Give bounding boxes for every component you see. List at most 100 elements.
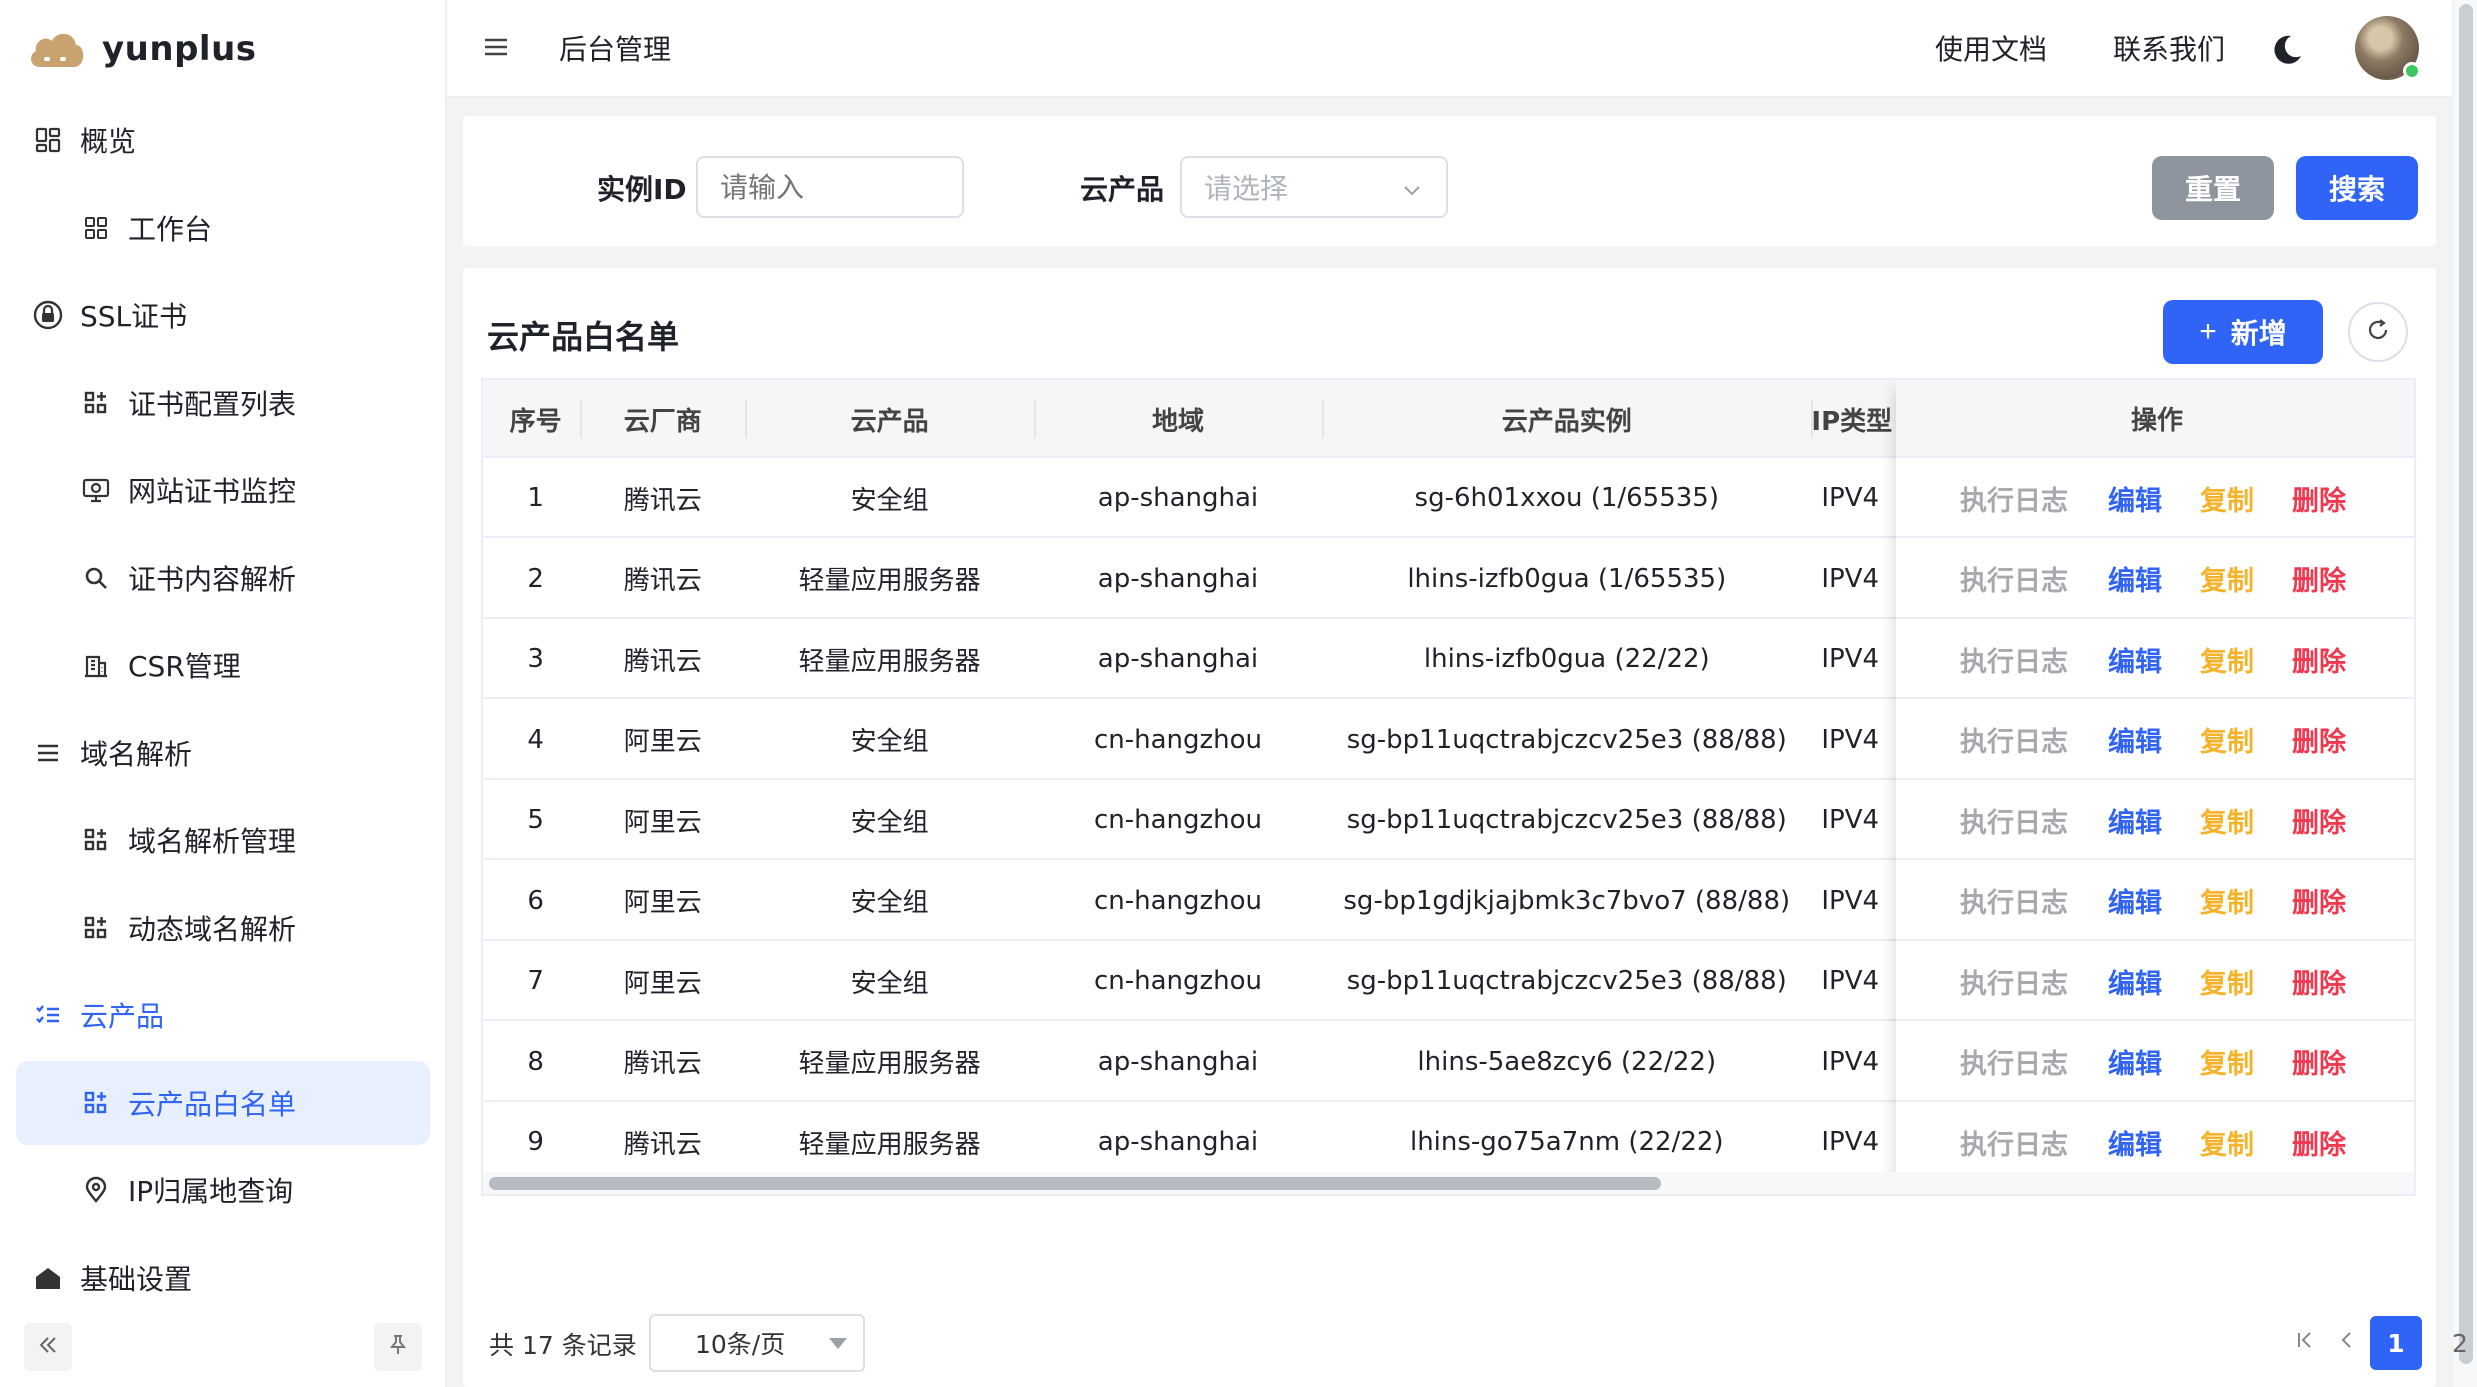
- delete-button[interactable]: 删除: [2292, 700, 2346, 780]
- delete-button[interactable]: 删除: [2292, 780, 2346, 860]
- search-button[interactable]: 搜索: [2296, 156, 2418, 220]
- sidebar-item-label: SSL证书: [80, 300, 188, 333]
- edit-button[interactable]: 编辑: [2108, 619, 2162, 699]
- delete-button[interactable]: 删除: [2292, 1102, 2346, 1182]
- sidebar-item-1[interactable]: 工作台: [16, 186, 430, 270]
- sidebar-item-13[interactable]: 基础设置: [16, 1236, 430, 1320]
- cell-product: 轻量应用服务器: [798, 1049, 981, 1079]
- log-button[interactable]: 执行日志: [1960, 539, 2068, 619]
- page-2-button[interactable]: 2: [2434, 1316, 2477, 1370]
- delete-button[interactable]: 删除: [2292, 861, 2346, 941]
- page-scrollbar[interactable]: [2452, 0, 2477, 1387]
- table-horizontal-scrollbar[interactable]: [483, 1172, 2414, 1194]
- log-button[interactable]: 执行日志: [1960, 780, 2068, 860]
- collapse-sidebar-button[interactable]: [24, 1323, 72, 1371]
- cell-product: 安全组: [850, 888, 929, 918]
- column-divider[interactable]: [1811, 400, 1814, 438]
- log-button[interactable]: 执行日志: [1960, 861, 2068, 941]
- reset-button[interactable]: 重置: [2152, 156, 2274, 220]
- page-size-select[interactable]: 10条/页: [649, 1314, 865, 1372]
- lock-icon: [32, 299, 64, 331]
- avatar[interactable]: [2355, 16, 2421, 80]
- edit-button[interactable]: 编辑: [2108, 539, 2162, 619]
- cell-product: 轻量应用服务器: [798, 1129, 981, 1160]
- cell-product: 安全组: [850, 807, 929, 838]
- pin-sidebar-button[interactable]: [374, 1323, 422, 1371]
- column-divider[interactable]: [580, 400, 583, 438]
- edit-button[interactable]: 编辑: [2108, 941, 2162, 1021]
- copy-button[interactable]: 复制: [2200, 458, 2254, 538]
- sidebar-item-label: IP归属地查询: [128, 1175, 294, 1208]
- sidebar-item-0[interactable]: 概览: [16, 98, 430, 182]
- cell-no: 1: [527, 483, 544, 513]
- edit-button[interactable]: 编辑: [2108, 780, 2162, 860]
- contact-link[interactable]: 联系我们: [2113, 28, 2225, 68]
- total-records: 共 17 条记录: [489, 1331, 637, 1360]
- brand[interactable]: yunplus: [0, 0, 445, 98]
- log-button[interactable]: 执行日志: [1960, 619, 2068, 699]
- instance-id-input[interactable]: [696, 156, 964, 218]
- edit-button[interactable]: 编辑: [2108, 861, 2162, 941]
- edit-button[interactable]: 编辑: [2108, 1022, 2162, 1102]
- product-select[interactable]: 请选择: [1180, 156, 1448, 218]
- page-1-button[interactable]: 1: [2370, 1316, 2422, 1370]
- first-page-icon: [2293, 1328, 2317, 1358]
- delete-button[interactable]: 删除: [2292, 619, 2346, 699]
- copy-button[interactable]: 复制: [2200, 700, 2254, 780]
- edit-button[interactable]: 编辑: [2108, 1102, 2162, 1182]
- log-button[interactable]: 执行日志: [1960, 700, 2068, 780]
- sidebar-item-5[interactable]: 证书内容解析: [16, 536, 430, 620]
- cell-no: 8: [527, 1046, 544, 1077]
- copy-button[interactable]: 复制: [2200, 780, 2254, 860]
- column-divider[interactable]: [1033, 400, 1036, 438]
- add-button[interactable]: + 新增: [2163, 300, 2323, 364]
- copy-button[interactable]: 复制: [2200, 941, 2254, 1021]
- sidebar-item-10[interactable]: 云产品: [16, 973, 430, 1057]
- sidebar-item-11[interactable]: 云产品白名单: [16, 1060, 430, 1145]
- edit-button[interactable]: 编辑: [2108, 700, 2162, 780]
- sidebar-item-7[interactable]: 域名解析: [16, 711, 430, 795]
- hamburger-menu-icon[interactable]: [481, 32, 511, 62]
- copy-button[interactable]: 复制: [2200, 1022, 2254, 1102]
- delete-button[interactable]: 删除: [2292, 458, 2346, 538]
- search-panel: 实例ID 云产品 请选择 重置 搜索: [463, 116, 2436, 246]
- sidebar-item-12[interactable]: IP归属地查询: [16, 1148, 430, 1232]
- copy-button[interactable]: 复制: [2200, 1102, 2254, 1182]
- column-divider[interactable]: [745, 400, 748, 438]
- cell-instance: sg-6h01xxou (1/65535): [1414, 483, 1719, 513]
- log-button[interactable]: 执行日志: [1960, 1102, 2068, 1182]
- page-scrollbar-thumb[interactable]: [2459, 4, 2473, 1364]
- sidebar-item-label: 工作台: [128, 212, 213, 246]
- actions-cell: 执行日志编辑复制删除: [1896, 861, 2414, 941]
- instance-id-label: 实例ID: [597, 173, 687, 206]
- sidebar-item-label: 云产品: [80, 1000, 165, 1033]
- prev-page-button[interactable]: [2321, 1316, 2373, 1370]
- sidebar-item-6[interactable]: CSR管理: [16, 623, 430, 707]
- plus-icon: +: [2199, 315, 2217, 348]
- sidebar-item-8[interactable]: 域名解析管理: [16, 798, 430, 882]
- log-button[interactable]: 执行日志: [1960, 1022, 2068, 1102]
- chevron-down-icon: [1400, 176, 1424, 200]
- refresh-button[interactable]: [2348, 302, 2408, 362]
- sidebar-item-9[interactable]: 动态域名解析: [16, 886, 430, 970]
- log-button[interactable]: 执行日志: [1960, 941, 2068, 1021]
- docs-link[interactable]: 使用文档: [1935, 28, 2047, 68]
- column-divider[interactable]: [1322, 400, 1325, 438]
- cell-no: 3: [527, 644, 544, 674]
- delete-button[interactable]: 删除: [2292, 1022, 2346, 1102]
- sidebar-item-label: 域名解析管理: [128, 825, 297, 858]
- copy-button[interactable]: 复制: [2200, 539, 2254, 619]
- apps-icon: [80, 387, 112, 419]
- copy-button[interactable]: 复制: [2200, 619, 2254, 699]
- sidebar-item-3[interactable]: 证书配置列表: [16, 361, 430, 445]
- log-button[interactable]: 执行日志: [1960, 458, 2068, 538]
- add-button-label: 新增: [2230, 318, 2287, 349]
- moon-icon[interactable]: [2269, 32, 2305, 68]
- delete-button[interactable]: 删除: [2292, 941, 2346, 1021]
- sidebar-item-4[interactable]: 网站证书监控: [16, 448, 430, 532]
- sidebar-item-2[interactable]: SSL证书: [16, 273, 430, 357]
- table-scrollbar-thumb[interactable]: [489, 1177, 1661, 1190]
- edit-button[interactable]: 编辑: [2108, 458, 2162, 538]
- copy-button[interactable]: 复制: [2200, 861, 2254, 941]
- delete-button[interactable]: 删除: [2292, 539, 2346, 619]
